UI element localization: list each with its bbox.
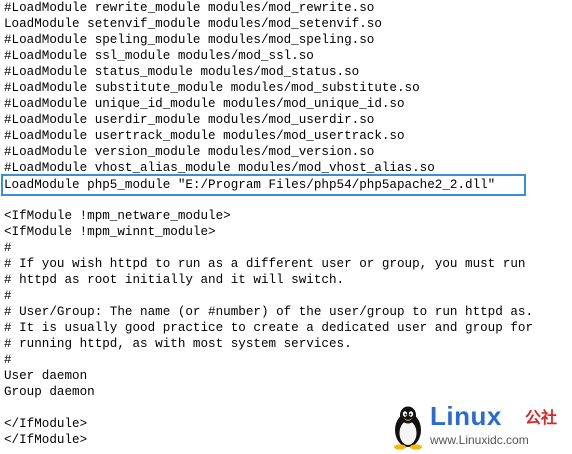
code-line[interactable]: # httpd as root initially and it will sw…: [4, 272, 344, 288]
code-line[interactable]: #LoadModule version_module modules/mod_v…: [4, 144, 374, 160]
code-line[interactable]: </IfModule>: [4, 432, 87, 448]
code-line[interactable]: #LoadModule speling_module modules/mod_s…: [4, 32, 374, 48]
code-line[interactable]: #: [4, 288, 12, 304]
code-line[interactable]: #LoadModule userdir_module modules/mod_u…: [4, 112, 374, 128]
watermark-brand: Linux: [430, 401, 502, 431]
code-line[interactable]: #LoadModule ssl_module modules/mod_ssl.s…: [4, 48, 314, 64]
code-line[interactable]: # running httpd, as with most system ser…: [4, 336, 352, 352]
code-line[interactable]: User daemon: [4, 368, 87, 384]
watermark-url: www.Linuxidc.com: [430, 433, 529, 447]
code-line[interactable]: #LoadModule substitute_module modules/mo…: [4, 80, 420, 96]
highlight-box: [1, 174, 526, 196]
code-line[interactable]: Group daemon: [4, 384, 95, 400]
code-line[interactable]: #: [4, 352, 12, 368]
watermark-logo: Linux 公社 www.Linuxidc.com: [390, 400, 568, 452]
code-line[interactable]: <IfModule !mpm_winnt_module>: [4, 224, 216, 240]
code-line[interactable]: # It is usually good practice to create …: [4, 320, 533, 336]
code-line[interactable]: # User/Group: The name (or #number) of t…: [4, 304, 533, 320]
code-line[interactable]: #LoadModule rewrite_module modules/mod_r…: [4, 0, 374, 16]
tux-penguin-icon: [394, 406, 422, 450]
code-line[interactable]: #: [4, 240, 12, 256]
code-line[interactable]: <IfModule !mpm_netware_module>: [4, 208, 231, 224]
code-editor[interactable]: #LoadModule rewrite_module modules/mod_r…: [0, 0, 572, 454]
code-line[interactable]: </IfModule>: [4, 416, 87, 432]
code-line[interactable]: #LoadModule unique_id_module modules/mod…: [4, 96, 405, 112]
watermark-brand-cn: 公社: [525, 408, 558, 427]
code-line[interactable]: # If you wish httpd to run as a differen…: [4, 256, 525, 272]
code-line[interactable]: #LoadModule status_module modules/mod_st…: [4, 64, 359, 80]
code-line[interactable]: LoadModule setenvif_module modules/mod_s…: [4, 16, 382, 32]
code-line[interactable]: #LoadModule usertrack_module modules/mod…: [4, 128, 405, 144]
